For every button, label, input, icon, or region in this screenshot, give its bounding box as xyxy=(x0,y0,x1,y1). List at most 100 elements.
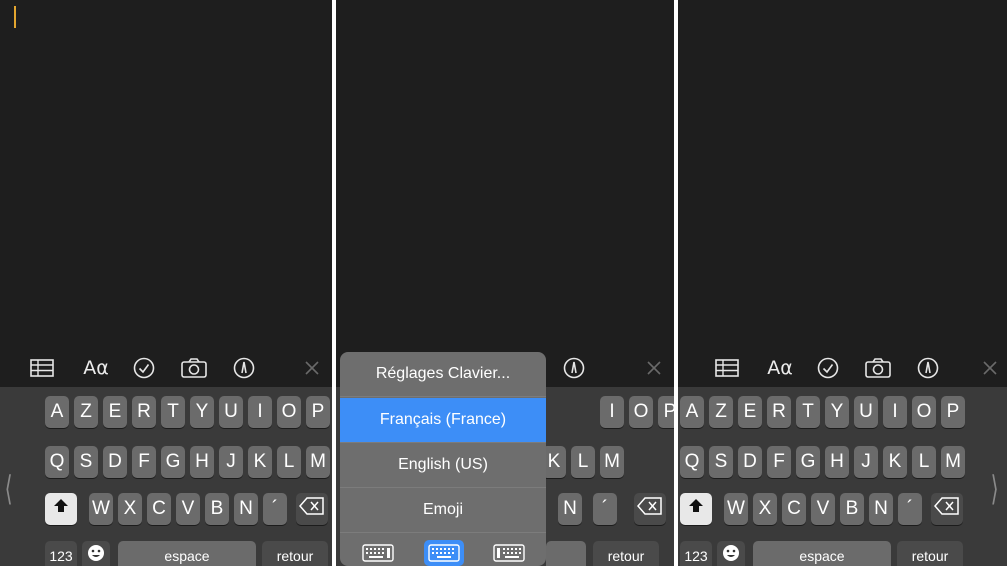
key-c[interactable]: C xyxy=(782,493,806,525)
space-key[interactable]: espace xyxy=(753,541,891,566)
keyboard-full-icon[interactable] xyxy=(424,540,464,566)
key-o[interactable]: O xyxy=(912,396,936,428)
key-p[interactable]: P xyxy=(658,396,674,428)
key-u[interactable]: U xyxy=(219,396,243,428)
close-icon[interactable] xyxy=(976,356,1004,380)
key-g[interactable]: G xyxy=(161,446,185,478)
space-key[interactable]: espace xyxy=(118,541,256,566)
shift-key[interactable] xyxy=(680,493,712,525)
markup-icon[interactable] xyxy=(560,356,588,380)
key-a[interactable]: A xyxy=(45,396,69,428)
key-l[interactable]: L xyxy=(912,446,936,478)
key-p[interactable]: P xyxy=(941,396,965,428)
text-format-icon[interactable]: Aα xyxy=(764,356,796,380)
key-s[interactable]: S xyxy=(74,446,98,478)
delete-key[interactable] xyxy=(931,493,963,525)
return-key[interactable]: retour xyxy=(897,541,963,566)
key-a[interactable]: A xyxy=(680,396,704,428)
key-w[interactable]: W xyxy=(724,493,748,525)
key-i[interactable]: I xyxy=(248,396,272,428)
key-c[interactable]: C xyxy=(147,493,171,525)
key-h[interactable]: H xyxy=(190,446,214,478)
camera-icon[interactable] xyxy=(864,356,892,380)
checklist-icon[interactable] xyxy=(814,356,842,380)
keyboard-settings-item[interactable]: Réglages Clavier... xyxy=(340,352,546,397)
space-key[interactable] xyxy=(546,541,586,566)
key-o[interactable]: O xyxy=(277,396,301,428)
text-format-icon[interactable]: Aα xyxy=(80,356,112,380)
delete-key[interactable] xyxy=(634,493,666,525)
key-j[interactable]: J xyxy=(219,446,243,478)
delete-key[interactable] xyxy=(296,493,328,525)
table-icon[interactable] xyxy=(713,356,741,380)
numbers-key[interactable]: 123 xyxy=(45,541,77,566)
markup-icon[interactable] xyxy=(914,356,942,380)
key-l[interactable]: L xyxy=(277,446,301,478)
key-v[interactable]: V xyxy=(811,493,835,525)
key-y[interactable]: Y xyxy=(825,396,849,428)
emoji-key[interactable] xyxy=(82,541,110,566)
key-t[interactable]: T xyxy=(161,396,185,428)
key-i[interactable]: I xyxy=(600,396,624,428)
camera-icon[interactable] xyxy=(180,356,208,380)
key-i[interactable]: I xyxy=(883,396,907,428)
key-t[interactable]: T xyxy=(796,396,820,428)
key-j[interactable]: J xyxy=(854,446,878,478)
key-m[interactable]: M xyxy=(941,446,965,478)
markup-icon[interactable] xyxy=(230,356,258,380)
numbers-key[interactable]: 123 xyxy=(680,541,712,566)
key-d[interactable]: D xyxy=(103,446,127,478)
key-k[interactable]: K xyxy=(248,446,272,478)
key-m[interactable]: M xyxy=(306,446,330,478)
key-g[interactable]: G xyxy=(796,446,820,478)
key-y[interactable]: Y xyxy=(190,396,214,428)
key-q[interactable]: Q xyxy=(680,446,704,478)
key-n[interactable]: N xyxy=(558,493,582,525)
close-icon[interactable] xyxy=(640,356,668,380)
key-r[interactable]: R xyxy=(767,396,791,428)
chevron-left-icon[interactable]: ⟨ xyxy=(5,472,13,506)
close-icon[interactable] xyxy=(298,356,326,380)
key-w[interactable]: W xyxy=(89,493,113,525)
key-x[interactable]: X xyxy=(118,493,142,525)
key-apostrophe[interactable]: ´ xyxy=(593,493,617,525)
return-key[interactable]: retour xyxy=(262,541,328,566)
key-u[interactable]: U xyxy=(854,396,878,428)
key-r[interactable]: R xyxy=(132,396,156,428)
key-x[interactable]: X xyxy=(753,493,777,525)
key-z[interactable]: Z xyxy=(74,396,98,428)
key-f[interactable]: F xyxy=(767,446,791,478)
key-d[interactable]: D xyxy=(738,446,762,478)
key-l[interactable]: L xyxy=(571,446,595,478)
shift-key[interactable] xyxy=(45,493,77,525)
key-z[interactable]: Z xyxy=(709,396,733,428)
key-e[interactable]: E xyxy=(738,396,762,428)
key-k[interactable]: K xyxy=(883,446,907,478)
key-o[interactable]: O xyxy=(629,396,653,428)
table-icon[interactable] xyxy=(28,356,56,380)
chevron-right-icon[interactable]: ⟩ xyxy=(991,472,999,506)
menu-item-english[interactable]: English (US) xyxy=(340,443,546,488)
key-b[interactable]: B xyxy=(840,493,864,525)
return-key[interactable]: retour xyxy=(593,541,659,566)
key-p[interactable]: P xyxy=(306,396,330,428)
key-n[interactable]: N xyxy=(234,493,258,525)
keyboard-right-icon[interactable] xyxy=(490,540,528,566)
key-n[interactable]: N xyxy=(869,493,893,525)
key-h[interactable]: H xyxy=(825,446,849,478)
key-f[interactable]: F xyxy=(132,446,156,478)
key-b[interactable]: B xyxy=(205,493,229,525)
checklist-icon[interactable] xyxy=(130,356,158,380)
key-v[interactable]: V xyxy=(176,493,200,525)
menu-item-emoji[interactable]: Emoji xyxy=(340,488,546,533)
key-apostrophe[interactable]: ´ xyxy=(898,493,922,525)
emoji-key[interactable] xyxy=(717,541,745,566)
key-m[interactable]: M xyxy=(600,446,624,478)
key-s[interactable]: S xyxy=(709,446,733,478)
menu-item-french[interactable]: Français (France) xyxy=(340,398,546,443)
keyboard-left-icon[interactable] xyxy=(359,540,397,566)
delete-icon xyxy=(299,497,325,521)
key-q[interactable]: Q xyxy=(45,446,69,478)
key-apostrophe[interactable]: ´ xyxy=(263,493,287,525)
key-e[interactable]: E xyxy=(103,396,127,428)
